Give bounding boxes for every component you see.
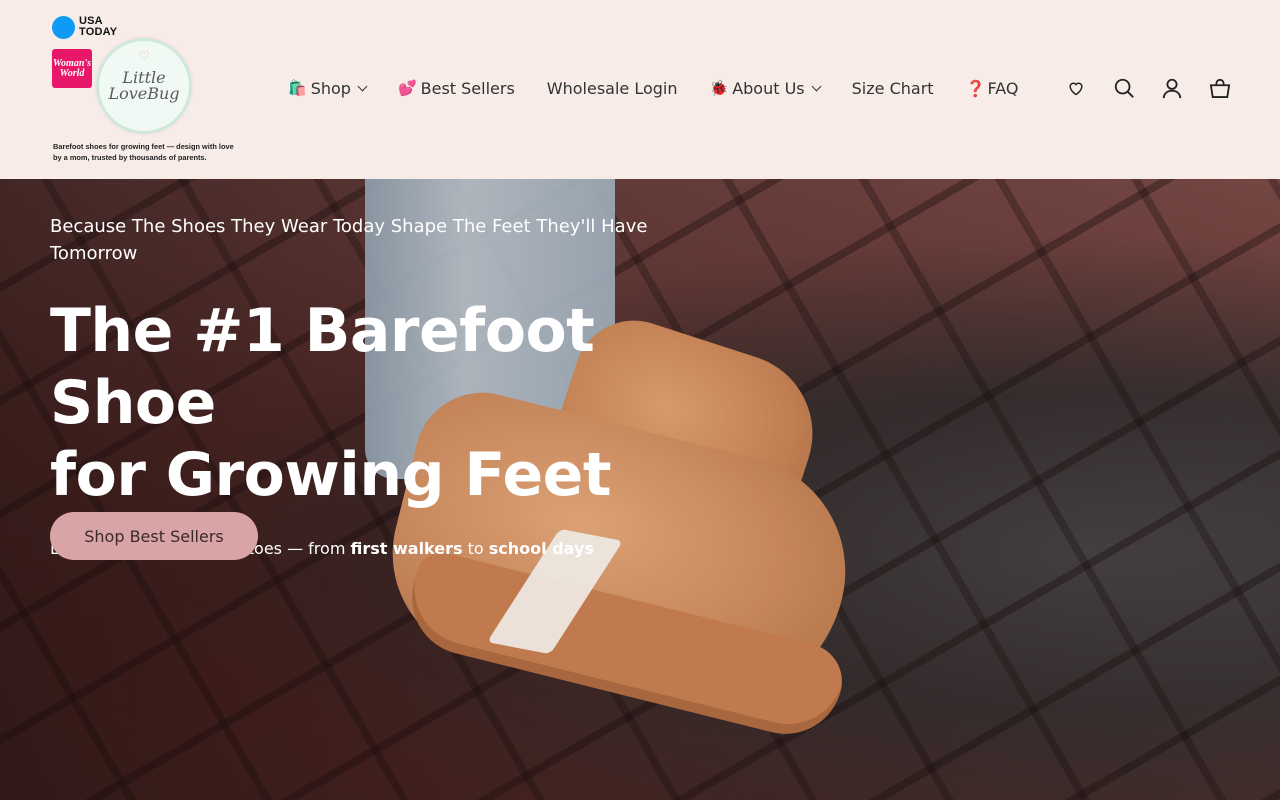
logo-text: Little LoveBug bbox=[108, 68, 180, 103]
hero-title: The #1 Barefoot Shoe for Growing Feet bbox=[50, 295, 690, 511]
nav-item-shop[interactable]: 🛍️ Shop bbox=[288, 78, 368, 98]
nav-item-label: Wholesale Login bbox=[546, 78, 678, 98]
search-button[interactable] bbox=[1112, 76, 1136, 100]
main-nav: 🛍️ Shop 💕 Best Sellers Wholesale Login 🐞… bbox=[288, 76, 1050, 100]
nav-item-wholesale-login[interactable]: Wholesale Login bbox=[547, 79, 678, 98]
site-header: USA TODAY Woman's World ♡ Little LoveBug… bbox=[0, 0, 1280, 179]
heart-outline-icon: ♡ bbox=[139, 49, 150, 63]
shop-best-sellers-button[interactable]: Shop Best Sellers bbox=[50, 512, 258, 560]
hero-sub-bold1: first walkers bbox=[350, 539, 463, 558]
hero-sub-mid: to bbox=[462, 539, 489, 558]
nav-item-label: FAQ bbox=[987, 78, 1019, 98]
little-lovebug-logo: ♡ Little LoveBug bbox=[96, 38, 192, 134]
nav-item-label: Shop bbox=[310, 78, 351, 98]
womans-world-badge: Woman's World bbox=[52, 49, 92, 88]
heart-icon bbox=[1069, 82, 1083, 96]
hero-banner: Because The Shoes They Wear Today Shape … bbox=[0, 179, 1280, 800]
nav-item-about-us[interactable]: 🐞 About Us bbox=[709, 78, 822, 98]
account-icon bbox=[1162, 78, 1182, 99]
hero-title-line1: The #1 Barefoot Shoe bbox=[50, 296, 595, 438]
search-icon bbox=[1114, 78, 1134, 98]
hero-title-line2: for Growing Feet bbox=[50, 440, 612, 510]
usa-today-text: USA TODAY bbox=[79, 15, 118, 38]
usa-today-badge: USA TODAY bbox=[52, 16, 127, 39]
cart-icon bbox=[1209, 78, 1231, 98]
nav-item-label: Best Sellers bbox=[420, 78, 515, 98]
hero-content: Because The Shoes They Wear Today Shape … bbox=[50, 213, 690, 558]
nav-item-faq[interactable]: ❓ FAQ bbox=[966, 79, 1019, 98]
question-mark-icon: ❓ bbox=[965, 78, 986, 98]
nav-item-label: Size Chart bbox=[851, 78, 934, 98]
cart-button[interactable] bbox=[1208, 76, 1232, 100]
ladybug-icon: 🐞 bbox=[709, 79, 729, 97]
nav-item-label: About Us bbox=[732, 78, 805, 98]
wishlist-button[interactable] bbox=[1064, 76, 1088, 100]
hero-sub-bold2: school days bbox=[488, 539, 594, 558]
logo-block[interactable]: USA TODAY Woman's World ♡ Little LoveBug… bbox=[50, 14, 240, 166]
nav-item-best-sellers[interactable]: 💕 Best Sellers bbox=[398, 79, 515, 98]
shopping-bags-icon: 🛍️ bbox=[288, 79, 307, 97]
usa-today-dot-icon bbox=[52, 16, 75, 39]
brand-tagline: Barefoot shoes for growing feet — design… bbox=[53, 142, 234, 162]
header-icons bbox=[1064, 76, 1232, 100]
nav-item-size-chart[interactable]: Size Chart bbox=[852, 79, 934, 98]
account-button[interactable] bbox=[1160, 76, 1184, 100]
chevron-down-icon bbox=[811, 81, 822, 91]
two-hearts-icon: 💕 bbox=[397, 79, 417, 97]
chevron-down-icon bbox=[357, 81, 368, 91]
hero-eyebrow: Because The Shoes They Wear Today Shape … bbox=[50, 216, 648, 264]
